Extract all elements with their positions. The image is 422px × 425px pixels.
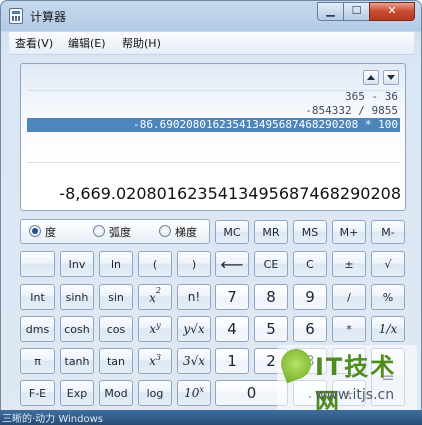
key-c[interactable]: C xyxy=(293,251,327,277)
angle-unit-group: 度 弧度 梯度 xyxy=(20,219,210,244)
calculator-window: 计算器 ▁ ☐ ✕ 查看(V) 编辑(E) 帮助(H) 365 - 36 -85… xyxy=(0,0,422,425)
key-int[interactable]: Int xyxy=(20,284,55,310)
menu-edit[interactable]: 编辑(E) xyxy=(68,35,106,51)
radio-radians-label[interactable]: 弧度 xyxy=(109,224,131,240)
key-f-e[interactable]: F-E xyxy=(20,380,55,406)
key-m-plus[interactable]: M+ xyxy=(332,220,366,244)
key-blank[interactable] xyxy=(20,251,55,277)
display-divider xyxy=(27,162,400,163)
key-tanh[interactable]: tanh xyxy=(60,348,94,374)
watermark-url: www.itjs.cn xyxy=(315,387,395,403)
history-line-selected[interactable]: -86.690208016235413495687468290208 * 100 xyxy=(27,118,400,132)
bottom-strip: 三晰的·动力 Windows xyxy=(0,410,422,425)
minimize-button[interactable]: ▁ xyxy=(317,2,344,21)
key-6[interactable]: 6 xyxy=(293,316,327,342)
key-log[interactable]: log xyxy=(138,380,172,406)
key-multiply[interactable]: * xyxy=(332,316,366,342)
key-ce[interactable]: CE xyxy=(254,251,288,277)
key-ln[interactable]: ln xyxy=(99,251,133,277)
history-line[interactable]: -854332 / 9855 xyxy=(27,104,400,118)
result-value: -8,669.0208016235413495687468290208 xyxy=(59,184,401,203)
key-backspace[interactable]: ⟵ xyxy=(215,251,249,277)
key-pi[interactable]: π xyxy=(20,348,55,374)
key-ms[interactable]: MS xyxy=(293,220,327,244)
calculator-app-icon xyxy=(9,8,23,24)
watermark-brand: IT技术网 xyxy=(315,353,397,416)
key-open-paren[interactable]: ( xyxy=(138,251,172,277)
key-close-paren[interactable]: ) xyxy=(177,251,211,277)
leaf-logo-icon xyxy=(276,344,316,384)
key-yth-root[interactable]: y√x xyxy=(177,316,211,342)
key-percent[interactable]: % xyxy=(371,284,405,310)
history-line[interactable]: 365 - 36 xyxy=(27,90,400,104)
key-mr[interactable]: MR xyxy=(254,220,288,244)
key-cube-root[interactable]: 3√x xyxy=(177,348,211,374)
close-button[interactable]: ✕ xyxy=(369,2,415,21)
key-cosh[interactable]: cosh xyxy=(60,316,94,342)
key-inv[interactable]: Inv xyxy=(60,251,94,277)
key-factorial[interactable]: n! xyxy=(177,284,211,310)
key-dms[interactable]: dms xyxy=(20,316,55,342)
bottom-strip-text: 三晰的·动力 Windows xyxy=(2,414,103,425)
title-bar: 计算器 ▁ ☐ ✕ xyxy=(1,1,421,31)
key-m-minus[interactable]: M- xyxy=(371,220,405,244)
key-8[interactable]: 8 xyxy=(254,284,288,310)
key-x-squared[interactable]: x2 xyxy=(138,284,172,310)
maximize-button[interactable]: ☐ xyxy=(343,2,370,21)
key-x-squared-label: x2 xyxy=(149,285,161,305)
key-exp[interactable]: Exp xyxy=(60,380,94,406)
radio-gradians-label[interactable]: 梯度 xyxy=(175,224,197,240)
key-ten-power-x[interactable]: 10 x xyxy=(177,380,211,406)
menu-help[interactable]: 帮助(H) xyxy=(122,35,161,51)
menu-bar: 查看(V) 编辑(E) 帮助(H) xyxy=(9,32,414,55)
key-cos[interactable]: cos xyxy=(99,316,133,342)
key-sin[interactable]: sin xyxy=(99,284,133,310)
key-1[interactable]: 1 xyxy=(215,348,249,374)
history-scroll-up-button[interactable] xyxy=(363,70,379,85)
radio-gradians[interactable] xyxy=(159,225,171,237)
key-4[interactable]: 4 xyxy=(215,316,249,342)
radio-degrees-label[interactable]: 度 xyxy=(45,224,56,240)
key-mc[interactable]: MC xyxy=(215,220,249,244)
key-x-cubed[interactable]: x3 xyxy=(138,348,172,374)
key-9[interactable]: 9 xyxy=(293,284,327,310)
key-tan[interactable]: tan xyxy=(99,348,133,374)
key-divide[interactable]: / xyxy=(332,284,366,310)
key-reciprocal[interactable]: 1/x xyxy=(371,316,405,342)
key-mod[interactable]: Mod xyxy=(99,380,133,406)
arrow-down-icon xyxy=(387,75,395,80)
key-x-power-y[interactable]: xy xyxy=(138,316,172,342)
key-sinh[interactable]: sinh xyxy=(60,284,94,310)
key-sqrt[interactable]: √ xyxy=(371,251,405,277)
key-5[interactable]: 5 xyxy=(254,316,288,342)
calculator-display: 365 - 36 -854332 / 9855 -86.690208016235… xyxy=(20,63,406,211)
key-7[interactable]: 7 xyxy=(215,284,249,310)
menu-view[interactable]: 查看(V) xyxy=(15,35,53,51)
radio-degrees[interactable] xyxy=(29,225,41,237)
site-watermark: IT技术网 www.itjs.cn xyxy=(276,344,417,416)
history-scroll-down-button[interactable] xyxy=(383,70,399,85)
radio-radians[interactable] xyxy=(93,225,105,237)
arrow-up-icon xyxy=(367,75,375,80)
window-title: 计算器 xyxy=(30,10,67,24)
key-plus-minus[interactable]: ± xyxy=(332,251,366,277)
